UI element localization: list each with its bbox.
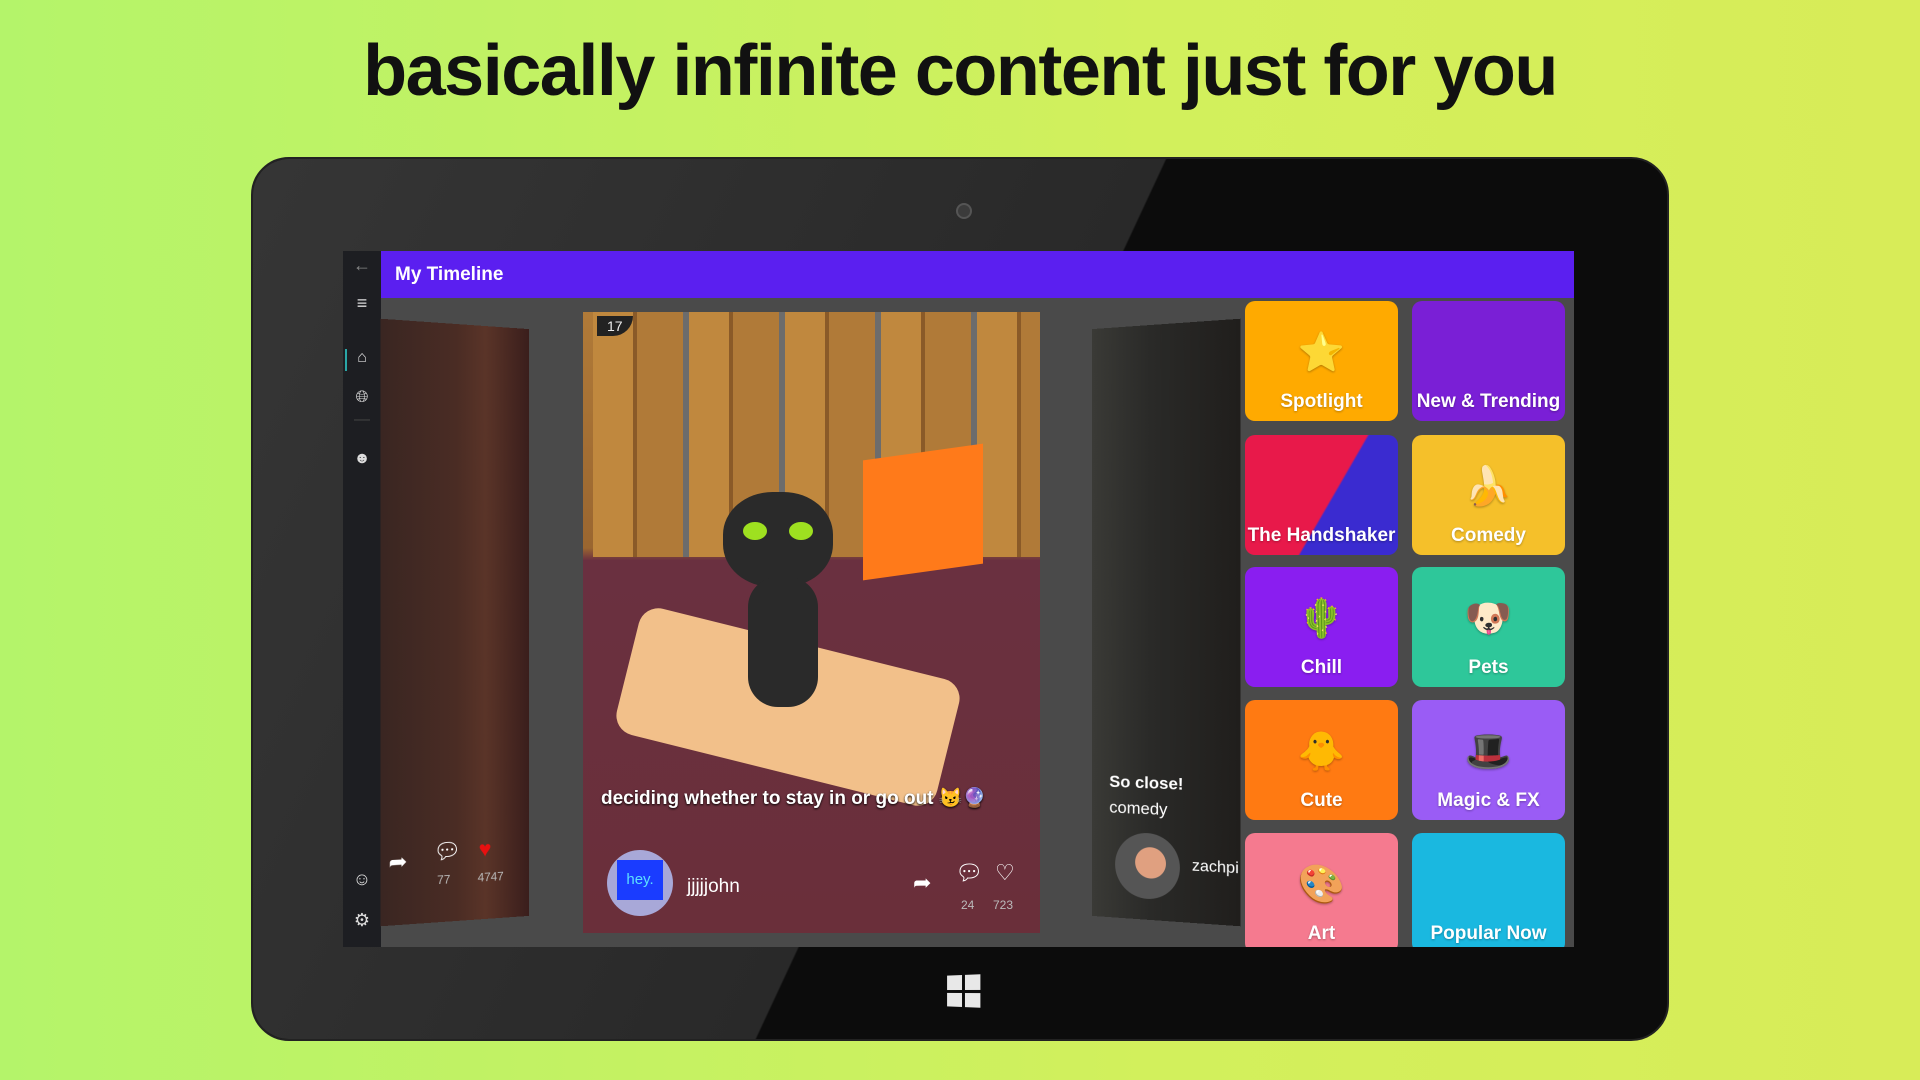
divider: — — [354, 411, 370, 428]
emoji-icon[interactable]: ☺︎ — [343, 869, 381, 890]
home-icon[interactable]: ⌂ — [343, 349, 381, 367]
comment-icon[interactable]: 💬︎ — [433, 838, 461, 866]
username[interactable]: zachpi — [1192, 857, 1239, 878]
video-caption: deciding whether to stay in or go out 😼🔮 — [601, 788, 987, 809]
feed-card-left[interactable]: ➦ 💬︎ 77 ♥ 4747 — [380, 318, 530, 927]
username[interactable]: jjjjjohn — [687, 876, 740, 898]
dog-icon: 🐶 — [1464, 598, 1513, 640]
header-title: My Timeline — [381, 251, 1574, 298]
tile-label: Spotlight — [1280, 391, 1363, 412]
comment-count: 77 — [437, 872, 451, 888]
category-tile-magic-fx[interactable]: 🎩 Magic & FX — [1412, 700, 1565, 820]
windows-logo-icon[interactable] — [947, 974, 981, 1008]
magic-hat-icon: 🎩 — [1464, 731, 1513, 773]
hamburger-menu-icon[interactable]: ≡ — [343, 293, 381, 314]
avatar[interactable]: hey. — [607, 850, 673, 916]
tile-label: New & Trending — [1416, 391, 1561, 412]
category-tile-spotlight[interactable]: ⭐ Spotlight — [1245, 301, 1398, 421]
comment-icon[interactable]: 💬︎ — [955, 860, 983, 886]
camera — [956, 203, 972, 219]
tile-label: Cute — [1300, 790, 1343, 811]
tile-label: Magic & FX — [1437, 790, 1540, 811]
share-icon[interactable]: ➦ — [389, 849, 408, 876]
category-tile-new-trending[interactable]: New & Trending — [1412, 301, 1565, 421]
cat-figure — [703, 462, 853, 722]
heart-icon[interactable]: ♥ — [479, 836, 492, 863]
palette-icon: 🎨 — [1297, 864, 1346, 906]
tile-label: Chill — [1300, 657, 1343, 678]
like-count: 4747 — [477, 869, 504, 885]
cactus-icon: 🌵 — [1297, 598, 1346, 640]
video-caption: So close! — [1109, 772, 1184, 794]
user-icon[interactable]: ☻︎ — [343, 450, 381, 468]
comment-count: 24 — [961, 898, 975, 912]
avatar[interactable] — [1115, 831, 1180, 901]
feed-card-center[interactable]: 17 deciding whether to stay in or go out… — [583, 312, 1040, 933]
crate — [863, 443, 983, 581]
tile-label: Pets — [1468, 657, 1509, 678]
tile-label: The Handshaker — [1247, 525, 1396, 546]
category-tile-chill[interactable]: 🌵 Chill — [1245, 567, 1398, 687]
tile-label: Comedy — [1451, 525, 1526, 546]
category-tile-art[interactable]: 🎨 Art — [1245, 833, 1398, 947]
tile-label: Popular Now — [1430, 923, 1547, 944]
feed-card-right[interactable]: So close! comedy zachpi — [1091, 318, 1241, 927]
heart-icon[interactable]: ♡ — [995, 860, 1015, 886]
like-count: 723 — [993, 898, 1014, 912]
tile-label: Art — [1307, 923, 1336, 944]
category-tile-comedy[interactable]: 🍌 Comedy — [1412, 435, 1565, 555]
banana-icon: 🍌 — [1464, 466, 1513, 508]
category-tile-cute[interactable]: 🐥 Cute — [1245, 700, 1398, 820]
app-window: ← ≡ ⌂ 🌐︎ — ☻︎ ☺︎ ⚙︎ My Timeline ➦ 💬︎ 77 … — [343, 251, 1574, 947]
duck-icon: 🐥 — [1297, 731, 1346, 773]
category-tile-handshaker[interactable]: The Handshaker — [1245, 435, 1398, 555]
star-icon: ⭐ — [1297, 332, 1346, 374]
globe-icon[interactable]: 🌐︎ — [343, 389, 381, 407]
gear-icon[interactable]: ⚙︎ — [343, 910, 381, 931]
headline: basically infinite content just for you — [363, 31, 1558, 111]
avatar-text: hey. — [617, 860, 663, 900]
back-arrow-icon[interactable]: ← — [343, 255, 381, 276]
video-tag: comedy — [1109, 797, 1168, 820]
category-tile-popular-now[interactable]: Popular Now — [1412, 833, 1565, 947]
category-tile-pets[interactable]: 🐶 Pets — [1412, 567, 1565, 687]
sidebar: ← ≡ ⌂ 🌐︎ — ☻︎ ☺︎ ⚙︎ — [343, 251, 381, 947]
share-icon[interactable]: ➦ — [913, 870, 931, 896]
